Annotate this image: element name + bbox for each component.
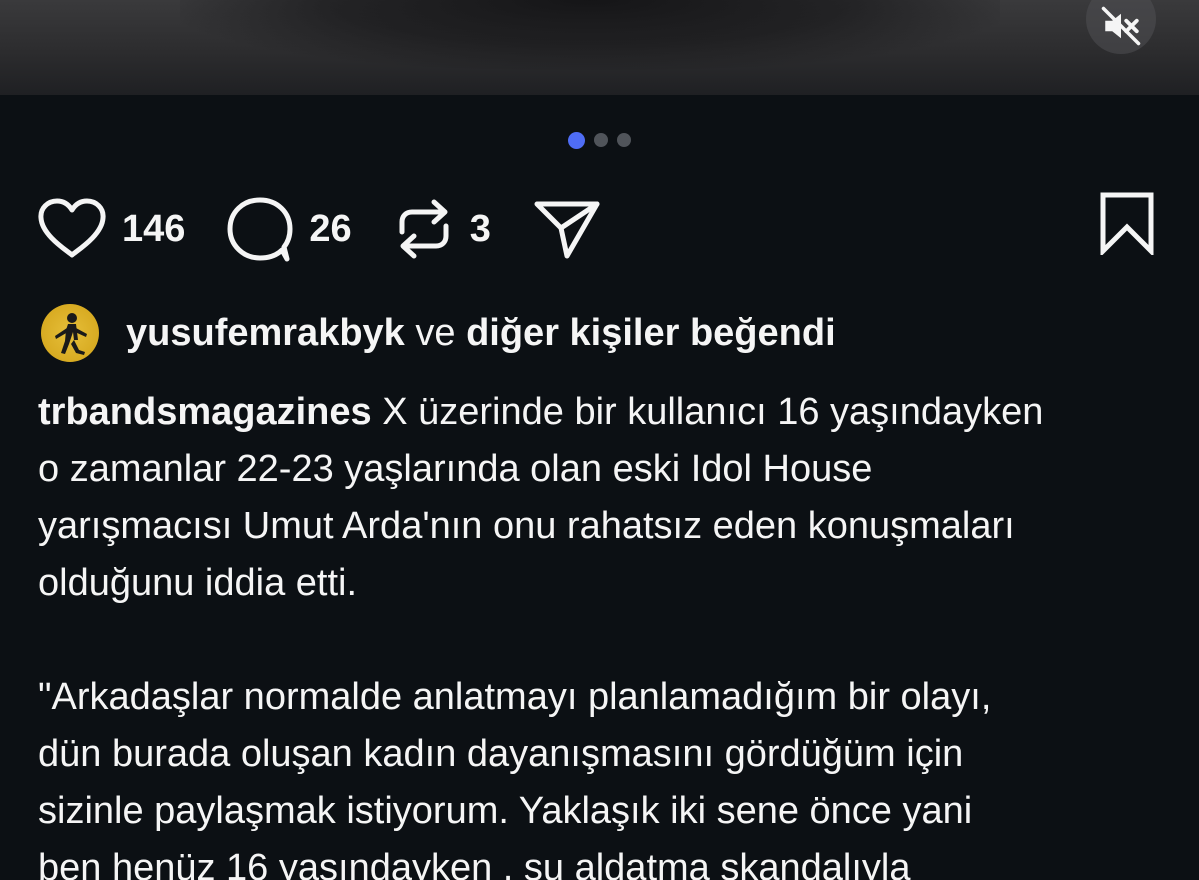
comment-button[interactable]: 26	[225, 194, 352, 264]
save-button[interactable]	[1094, 188, 1160, 258]
repost-count[interactable]: 3	[470, 208, 491, 251]
speech-bubble-icon	[227, 197, 293, 262]
caption-line: sizinle paylaşmak istiyorum. Yaklaşık ik…	[38, 790, 973, 832]
caption-line: olduğunu iddia etti.	[38, 562, 358, 604]
action-bar: 146 26 3	[36, 192, 643, 266]
mute-button[interactable]	[1086, 0, 1156, 54]
like-count[interactable]: 146	[122, 208, 185, 251]
carousel-dot-active	[568, 131, 585, 149]
repost-arrows-icon	[399, 199, 449, 259]
heart-outline-icon	[38, 198, 106, 258]
post-view: 146 26 3 yusufemrakbyk ve diğer kişiler …	[0, 0, 1199, 880]
carousel-dot	[617, 133, 631, 147]
caption-line: "Arkadaşlar normalde anlatmayı planlamad…	[38, 676, 992, 718]
liked-by-others-link[interactable]: diğer kişiler beğendi	[466, 312, 836, 354]
carousel-dot	[594, 133, 608, 147]
liker-avatar[interactable]	[41, 304, 99, 362]
caption-username[interactable]: trbandsmagazines	[38, 391, 372, 433]
caption-text: X üzerinde bir kullanıcı 16 yaşındayken	[382, 391, 1044, 433]
repost-button[interactable]: 3	[392, 194, 491, 264]
caption-paragraph-1: trbandsmagazines X üzerinde bir kullanıc…	[38, 384, 1178, 612]
caption-line: dün burada oluşan kadın dayanışmasını gö…	[38, 733, 964, 775]
bookmark-outline-icon	[1100, 192, 1154, 255]
caption-line: yarışmacısı Umut Arda'nın onu rahatsız e…	[38, 505, 1015, 547]
paper-plane-icon	[534, 201, 600, 259]
carousel-indicator	[0, 131, 1199, 149]
caption-paragraph-2: "Arkadaşlar normalde anlatmayı planlamad…	[38, 669, 1178, 880]
caption-line: trbandsmagazines X üzerinde bir kullanıc…	[38, 384, 1178, 441]
avatar-figure-icon	[55, 313, 87, 355]
post-caption: trbandsmagazines X üzerinde bir kullanıc…	[38, 384, 1178, 880]
caption-line: ben henüz 16 yaşındayken , şu aldatma sk…	[38, 847, 911, 880]
comment-count[interactable]: 26	[309, 208, 351, 251]
liked-by-connector: ve	[415, 311, 456, 354]
share-button[interactable]	[531, 196, 603, 262]
post-media[interactable]	[0, 0, 1199, 95]
like-button[interactable]: 146	[36, 197, 185, 261]
liker-username[interactable]: yusufemrakbyk	[126, 312, 405, 354]
media-image-shade	[180, 0, 1000, 70]
liked-by-text: yusufemrakbyk ve diğer kişiler beğendi	[126, 312, 836, 355]
caption-line: o zamanlar 22-23 yaşlarında olan eski Id…	[38, 448, 873, 490]
speaker-muted-icon	[1101, 6, 1141, 46]
liked-by-row: yusufemrakbyk ve diğer kişiler beğendi	[41, 303, 836, 363]
